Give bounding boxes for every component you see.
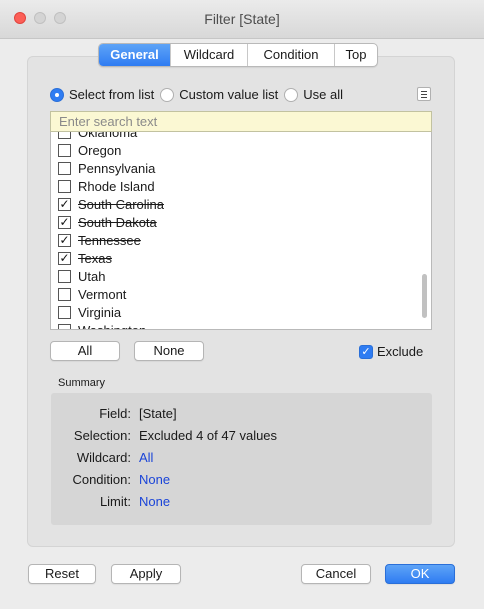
item-checkbox[interactable] xyxy=(58,288,71,301)
custom-value-list-radio[interactable] xyxy=(160,87,175,102)
item-label: Tennessee xyxy=(78,233,141,248)
summary-row: Selection: Excluded 4 of 47 values xyxy=(51,428,432,446)
list-item[interactable]: Utah xyxy=(51,268,431,286)
list-item[interactable]: Virginia xyxy=(51,304,431,322)
all-button[interactable]: All xyxy=(50,341,120,361)
summary-row: Field: [State] xyxy=(51,406,432,424)
select-from-list-label[interactable]: Select from list xyxy=(69,87,154,102)
title-bar: Filter [State] xyxy=(0,0,484,39)
summary-link[interactable]: None xyxy=(139,472,170,487)
selection-mode-group: Select from list Custom value list Use a… xyxy=(50,87,349,102)
item-label: Utah xyxy=(78,269,106,284)
tab-general[interactable]: General xyxy=(99,44,170,66)
tab-top[interactable]: Top xyxy=(334,44,377,66)
window-title: Filter [State] xyxy=(204,11,280,27)
summary-row: Limit: None xyxy=(51,494,432,512)
select-from-list-radio[interactable] xyxy=(50,87,64,102)
cancel-button[interactable]: Cancel xyxy=(301,564,371,584)
item-label: Texas xyxy=(78,251,112,266)
summary-row: Wildcard: All xyxy=(51,450,432,468)
summary-link[interactable]: None xyxy=(139,494,170,509)
item-checkbox[interactable] xyxy=(58,162,71,175)
list-item[interactable]: ✓ Tennessee xyxy=(51,232,431,250)
summary-box: Field: [State] Selection: Excluded 4 of 47 … xyxy=(51,393,432,525)
custom-value-list-label[interactable]: Custom value list xyxy=(179,87,278,102)
item-label: Washington xyxy=(78,323,146,329)
item-label: Oregon xyxy=(78,143,122,158)
item-checkbox[interactable] xyxy=(58,324,71,329)
item-checkbox[interactable]: ✓ xyxy=(58,252,71,265)
item-label: Vermont xyxy=(78,287,127,302)
apply-button[interactable]: Apply xyxy=(111,564,181,584)
exclude-label[interactable]: Exclude xyxy=(377,344,423,359)
list-scrollbar[interactable] xyxy=(422,274,427,318)
item-label: South Dakota xyxy=(78,215,157,230)
list-item[interactable]: Vermont xyxy=(51,286,431,304)
summary-value: Excluded 4 of 47 values xyxy=(139,428,278,443)
list-item[interactable]: ✓ South Carolina xyxy=(51,196,431,214)
item-checkbox[interactable] xyxy=(58,132,71,139)
list-item[interactable]: Rhode Island xyxy=(51,178,431,196)
item-label: South Carolina xyxy=(78,197,164,212)
exclude-checkbox[interactable]: ✓ xyxy=(359,344,373,359)
tab-bar: General Wildcard Condition Top xyxy=(98,43,378,67)
tab-condition[interactable]: Condition xyxy=(247,44,334,66)
use-all-radio[interactable] xyxy=(284,87,299,102)
list-options-menu-icon[interactable] xyxy=(417,87,431,101)
summary-heading: Summary xyxy=(58,377,106,389)
list-item[interactable]: Pennsylvania xyxy=(51,160,431,178)
list-item[interactable]: Oklahoma xyxy=(51,132,431,142)
reset-button[interactable]: Reset xyxy=(28,564,96,584)
ok-button[interactable]: OK xyxy=(385,564,455,584)
summary-label: Selection: xyxy=(73,428,131,443)
value-list[interactable]: Oklahoma Oregon Pennsylvania Rhode Island ✓ S… xyxy=(50,132,432,330)
summary-label: Limit: xyxy=(99,494,131,509)
summary-link[interactable]: All xyxy=(139,450,153,465)
list-item[interactable]: Oregon xyxy=(51,142,431,160)
item-checkbox[interactable]: ✓ xyxy=(58,234,71,247)
item-label: Rhode Island xyxy=(78,179,155,194)
item-checkbox[interactable] xyxy=(58,270,71,283)
item-checkbox[interactable]: ✓ xyxy=(58,198,71,211)
item-checkbox[interactable]: ✓ xyxy=(58,216,71,229)
item-label: Virginia xyxy=(78,305,122,320)
list-item[interactable]: Washington xyxy=(51,322,431,329)
value-list-items: Oklahoma Oregon Pennsylvania Rhode Island ✓ S… xyxy=(51,132,431,329)
item-label: Oklahoma xyxy=(78,132,138,140)
summary-label: Field: xyxy=(99,406,131,421)
none-button[interactable]: None xyxy=(134,341,204,361)
summary-value: [State] xyxy=(139,406,177,421)
search-input[interactable]: Enter search text xyxy=(50,111,432,132)
item-checkbox[interactable] xyxy=(58,144,71,157)
list-item[interactable]: ✓ Texas xyxy=(51,250,431,268)
item-checkbox[interactable] xyxy=(58,306,71,319)
tab-wildcard[interactable]: Wildcard xyxy=(170,44,247,66)
summary-label: Condition: xyxy=(72,472,131,487)
item-label: Pennsylvania xyxy=(78,161,156,176)
exclude-option[interactable]: ✓ Exclude xyxy=(359,344,423,359)
item-checkbox[interactable] xyxy=(58,180,71,193)
list-item[interactable]: ✓ South Dakota xyxy=(51,214,431,232)
use-all-label[interactable]: Use all xyxy=(303,87,343,102)
summary-label: Wildcard: xyxy=(76,450,131,465)
summary-row: Condition: None xyxy=(51,472,432,490)
